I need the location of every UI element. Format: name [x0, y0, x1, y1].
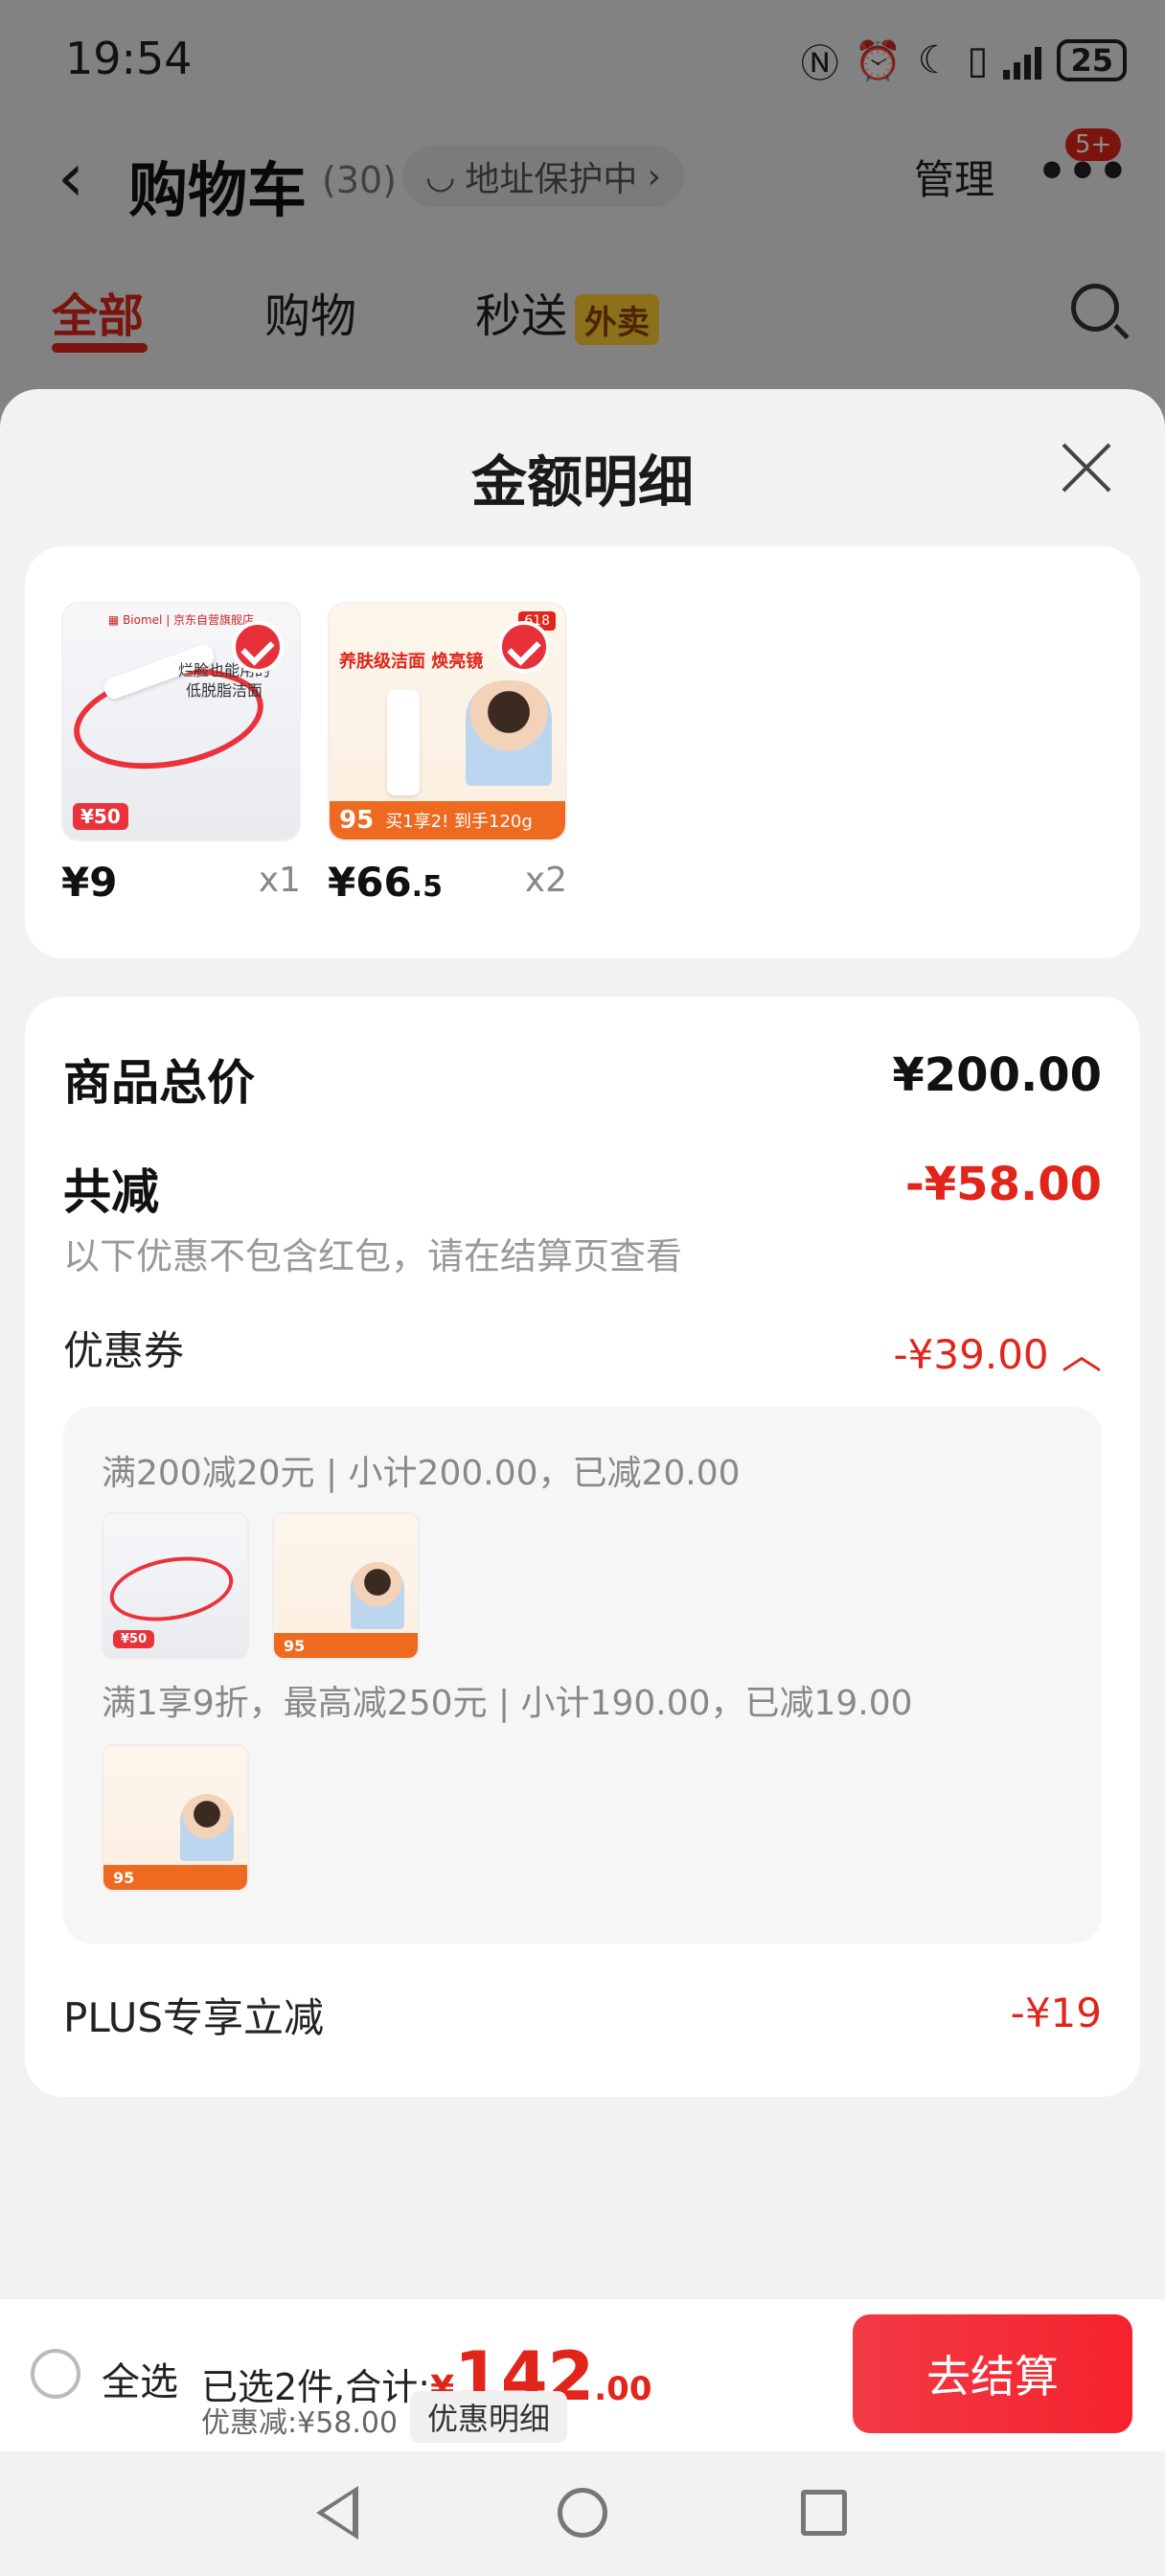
- total-decimal: .00: [594, 2370, 652, 2408]
- product-price: ¥66.5: [328, 859, 443, 906]
- product-image: ▦ Biomel | 京东自营旗舰店 烂脸也能用的 低脱脂洁面 ¥50: [61, 602, 301, 841]
- coupon-detail-box: 满200减20元 | 小计200.00，已减20.00 ¥50 95 满1享9折…: [63, 1407, 1102, 1944]
- discount-detail-button[interactable]: 优惠明细: [410, 2391, 568, 2443]
- system-navigation-bar: [0, 2451, 1165, 2576]
- total-reduction-label: 共减: [63, 1164, 159, 1220]
- product-image-headline: 养肤级洁面 焕亮镜: [339, 652, 484, 672]
- coupon-label: 优惠券: [63, 1327, 185, 1374]
- amount-detail-sheet: 金额明细 ▦ Biomel | 京东自营旗舰店 烂脸也能用的 低脱脂洁面 ¥50…: [0, 389, 1165, 2576]
- coupon-product-thumb: 95: [272, 1512, 420, 1660]
- coupon-rule: 满1享9折，最高减250元 | 小计190.00，已减19.00: [102, 1684, 913, 1723]
- product-item[interactable]: ▦ Biomel | 京东自营旗舰店 烂脸也能用的 低脱脂洁面 ¥50 ¥9 x…: [61, 602, 301, 906]
- selected-products-card: ▦ Biomel | 京东自营旗舰店 烂脸也能用的 低脱脂洁面 ¥50 ¥9 x…: [25, 546, 1140, 958]
- total-price-label: 商品总价: [63, 1055, 255, 1111]
- checkout-button[interactable]: 去结算: [853, 2314, 1132, 2433]
- close-icon[interactable]: [1060, 441, 1113, 494]
- product-quantity: x1: [258, 861, 301, 900]
- select-all-radio[interactable]: [31, 2349, 80, 2399]
- plus-discount-value: -¥19: [1010, 1990, 1102, 2036]
- checked-icon: [232, 621, 284, 673]
- product-image: 618 养肤级洁面 焕亮镜 95 买1享2! 到手120g: [328, 602, 567, 841]
- coupon-value-toggle[interactable]: -¥39.00 ︿: [894, 1322, 1102, 1381]
- total-reduction-value: -¥58.00: [904, 1158, 1102, 1211]
- reduction-note: 以下优惠不包含红包，请在结算页查看: [63, 1235, 683, 1277]
- select-all-label[interactable]: 全选: [102, 2351, 178, 2406]
- total-price-value: ¥200.00: [892, 1048, 1102, 1102]
- system-recents-icon[interactable]: [801, 2490, 847, 2536]
- coupon-product-thumb: 95: [102, 1744, 249, 1892]
- product-image-tag: ¥50: [113, 1630, 155, 1648]
- system-back-icon[interactable]: [316, 2486, 358, 2540]
- checked-icon: [498, 621, 550, 673]
- plus-discount-label: PLUS专享立减: [63, 1994, 325, 2041]
- discount-summary: 优惠减:¥58.00: [201, 2406, 399, 2440]
- coupon-rule: 满200减20元 | 小计200.00，已减20.00: [102, 1454, 741, 1493]
- coupon-product-thumb: ¥50: [102, 1512, 249, 1660]
- product-price: ¥9: [61, 859, 118, 906]
- product-image-tag: ¥50: [73, 803, 128, 830]
- product-image-strip: 95 买1享2! 到手120g: [330, 801, 565, 840]
- product-quantity: x2: [524, 861, 567, 900]
- checkout-bar: 全选 已选2件,合计:¥142.00 优惠减:¥58.00 优惠明细 去结算: [0, 2298, 1165, 2451]
- product-item[interactable]: 618 养肤级洁面 焕亮镜 95 买1享2! 到手120g ¥66.5 x2: [328, 602, 567, 906]
- amount-breakdown-card: 商品总价 ¥200.00 共减 -¥58.00 以下优惠不包含红包，请在结算页查…: [25, 997, 1140, 2097]
- sheet-title: 金额明细: [470, 449, 694, 515]
- system-home-icon[interactable]: [558, 2488, 607, 2538]
